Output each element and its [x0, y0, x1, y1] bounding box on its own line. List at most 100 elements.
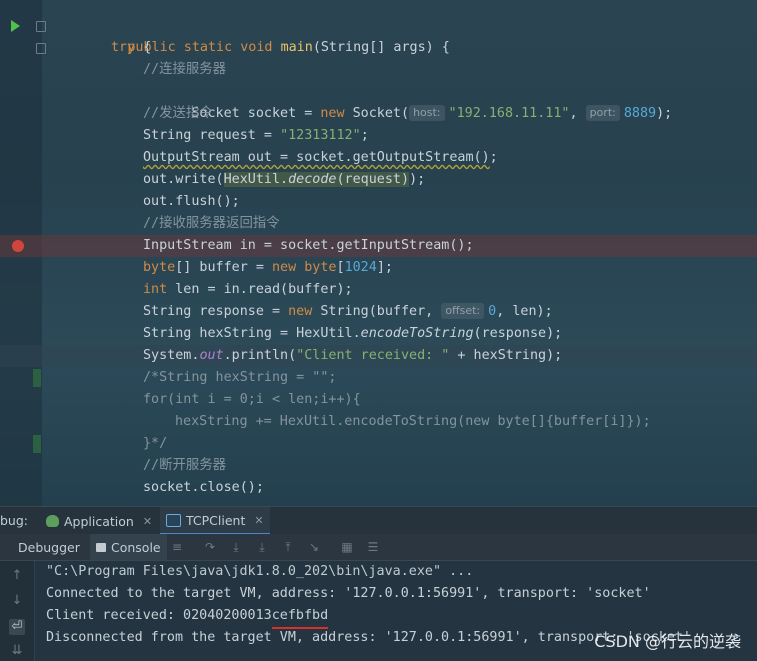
code-line[interactable]: socket.close();	[0, 477, 757, 499]
code-text: [	[336, 260, 345, 275]
scroll-to-end-icon[interactable]: ⇊	[9, 643, 25, 659]
highlighted-expression: HexUtil.decode(request)	[223, 172, 410, 187]
tab-debugger[interactable]: Debugger	[12, 534, 86, 560]
keyword: new byte	[272, 260, 337, 275]
code-text: socket.close();	[143, 480, 264, 495]
console-line: Client received: 02040200013cefbfbd	[46, 608, 329, 623]
code-comment: //断开服务器	[143, 458, 227, 473]
code-text: ];	[376, 260, 393, 275]
close-icon[interactable]: ✕	[143, 515, 152, 528]
tab-label: TCPClient	[186, 512, 246, 528]
fold-icon[interactable]	[36, 21, 46, 32]
code-line[interactable]: out.write(HexUtil.decode(request));	[0, 169, 757, 191]
console-line: Connected to the target VM, address: '12…	[46, 586, 651, 601]
number-literal: 1024	[344, 260, 377, 275]
code-line[interactable]: public static void main(String[] args) {	[0, 15, 757, 55]
step-into-icon[interactable]: ⤓	[229, 540, 243, 554]
code-text: HexUtil.	[223, 172, 289, 187]
code-text: String response =	[143, 304, 289, 319]
code-line[interactable]: Socket socket = new Socket(host: "192.168…	[0, 81, 757, 121]
run-to-cursor-icon[interactable]: ↘	[307, 540, 321, 554]
keyword: byte	[143, 260, 176, 275]
debug-label: bug:	[0, 513, 29, 528]
tab-label: Application	[64, 513, 134, 529]
code-line[interactable]: //连接服务器	[0, 59, 757, 81]
debug-session-icon	[46, 515, 59, 527]
code-line[interactable]: for(int i = 0;i < len;i++){	[0, 389, 757, 411]
console-icon	[96, 542, 106, 552]
code-text: System.	[143, 348, 200, 363]
code-line[interactable]: OutputStream out = socket.getOutputStrea…	[0, 147, 757, 169]
fold-marker-icon[interactable]	[33, 369, 41, 387]
static-method: decode	[288, 172, 337, 187]
close-icon[interactable]: ✕	[254, 514, 263, 527]
code-text: String hexString = HexUtil.	[143, 326, 361, 341]
code-text: [] buffer =	[175, 260, 272, 275]
code-text: + hexString);	[449, 348, 563, 363]
step-over-icon[interactable]: ↷	[203, 540, 217, 554]
annotation-underline	[272, 627, 328, 629]
tab-tcpclient[interactable]: TCPClient ✕	[160, 507, 270, 535]
code-line[interactable]: byte[] buffer = new byte[1024];	[0, 257, 757, 279]
code-line[interactable]: String hexString = HexUtil.encodeToStrin…	[0, 323, 757, 345]
up-arrow-icon[interactable]: ↑	[9, 568, 25, 584]
menu-icon[interactable]: ≡	[170, 540, 184, 554]
code-line[interactable]: }*/	[0, 433, 757, 455]
code-text: (response);	[473, 326, 563, 341]
soft-wrap-icon[interactable]: ⏎	[9, 619, 25, 635]
code-line[interactable]: out.flush();	[0, 191, 757, 213]
code-text: ;	[489, 150, 498, 165]
code-comment: //发送指令	[143, 106, 213, 121]
code-line-current[interactable]: System.out.println("Client received: " +…	[0, 345, 757, 367]
console-line: "C:\Program Files\java\jdk1.8.0_202\bin\…	[46, 564, 474, 579]
breakpoint-icon[interactable]	[12, 240, 24, 252]
code-line[interactable]: //发送指令	[0, 103, 757, 125]
code-comment: //接收服务器返回指令	[143, 216, 280, 231]
trace-icon[interactable]: ☰	[366, 540, 380, 554]
code-line-breakpoint[interactable]: InputStream in = socket.getInputStream()…	[0, 235, 757, 257]
code-line[interactable]: String request = "12313112";	[0, 125, 757, 147]
code-line[interactable]: /*String hexString = "";	[0, 367, 757, 389]
code-line[interactable]: //接收服务器返回指令	[0, 213, 757, 235]
parameter-hint: offset:	[441, 303, 485, 319]
debug-subtoolbar: Debugger Console ≡ ↷ ⤓ ⤓ ⤒ ↘ ▦ ☰	[0, 534, 757, 561]
code-text: out.write(	[143, 172, 224, 187]
code-line[interactable]: //断开服务器	[0, 455, 757, 477]
code-line[interactable]: int len = in.read(buffer);	[0, 279, 757, 301]
code-text: out.flush();	[143, 194, 240, 209]
console-side-toolbar: ↑ ↓ ⏎ ⇊	[0, 561, 35, 661]
code-comment: /*String hexString = "";	[143, 370, 337, 385]
evaluate-icon[interactable]: ▦	[340, 540, 354, 554]
code-comment: for(int i = 0;i < len;i++){	[143, 392, 361, 407]
debug-tool-window-header: bug: Application ✕ TCPClient ✕	[0, 506, 757, 535]
code-text: len = in.read(buffer);	[167, 282, 353, 297]
code-text: ;	[360, 128, 369, 143]
tab-console[interactable]: Console	[90, 534, 167, 560]
keyword: try	[111, 40, 136, 55]
tab-label: Console	[111, 539, 161, 555]
code-text: , len);	[496, 304, 553, 319]
session-icon	[166, 513, 181, 527]
keyword: new	[288, 304, 313, 319]
force-step-into-icon[interactable]: ⤓	[255, 540, 269, 554]
code-comment: //连接服务器	[143, 62, 227, 77]
run-icon[interactable]	[11, 20, 20, 32]
code-text: String(buffer,	[312, 304, 442, 319]
code-line[interactable]: String response = new String(buffer, off…	[0, 301, 757, 323]
tab-application[interactable]: Application ✕	[40, 507, 158, 535]
keyword: int	[143, 282, 168, 297]
code-text: (request)	[336, 172, 410, 187]
string-literal: "Client received: "	[296, 348, 450, 363]
fold-marker-icon[interactable]	[33, 435, 41, 453]
tab-label: Debugger	[18, 539, 80, 555]
fold-icon[interactable]	[36, 43, 46, 54]
code-line[interactable]: try {	[0, 37, 757, 59]
step-out-icon[interactable]: ⤒	[281, 540, 295, 554]
down-arrow-icon[interactable]: ↓	[9, 593, 25, 609]
code-text: InputStream in = socket.getInputStream()…	[143, 238, 474, 253]
code-comment: hexString += HexUtil.encodeToString(new …	[175, 414, 651, 429]
code-editor[interactable]: public static void main(String[] args) {…	[0, 0, 757, 506]
code-text: .println(	[223, 348, 297, 363]
code-text: );	[409, 172, 426, 187]
code-line[interactable]: hexString += HexUtil.encodeToString(new …	[0, 411, 757, 433]
